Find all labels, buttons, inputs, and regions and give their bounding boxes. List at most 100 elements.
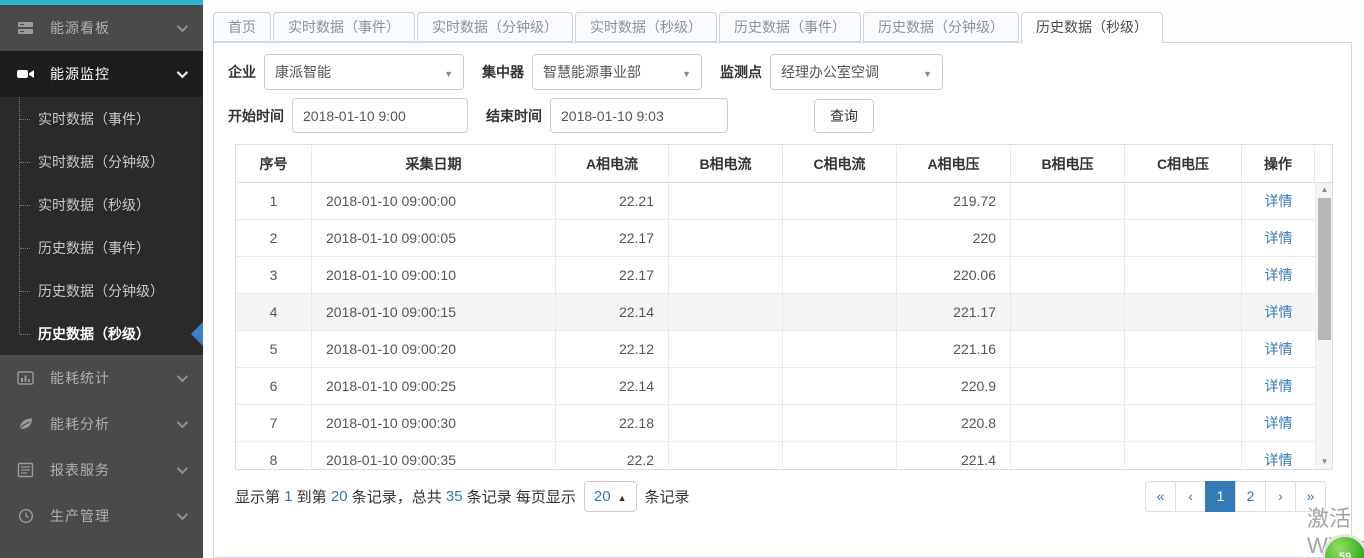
sidebar-item-label: 能源监控	[50, 64, 177, 84]
table-cell: 221.4	[897, 442, 1011, 469]
table-cell: 221.16	[897, 331, 1011, 367]
table-header-cell: C相电压	[1125, 145, 1242, 183]
sidebar-item-energy-dashboard[interactable]: 能源看板	[0, 5, 203, 51]
sidebar-item-label: 能源看板	[50, 18, 177, 38]
tab-0[interactable]: 首页	[213, 12, 271, 42]
table-cell-action: 详情	[1242, 331, 1315, 367]
pager-last-button[interactable]: »	[1295, 481, 1326, 512]
submenu-item-label: 实时数据（事件）	[38, 109, 150, 129]
table-cell	[669, 183, 783, 219]
table-cell	[1011, 294, 1125, 330]
detail-link[interactable]: 详情	[1265, 302, 1293, 322]
scroll-up-icon[interactable]: ▲	[1316, 183, 1333, 197]
table-cell	[669, 442, 783, 469]
data-table: 序号采集日期A相电流B相电流C相电流A相电压B相电压C相电压操作 12018-0…	[235, 144, 1333, 470]
clock-icon	[17, 508, 37, 524]
table-header-cell: 操作	[1242, 145, 1315, 183]
dropdown-arrow-icon	[434, 64, 453, 80]
dropdown-arrow-icon	[672, 64, 691, 80]
concentrator-select[interactable]: 智慧能源事业部	[532, 54, 702, 90]
table-cell	[783, 405, 897, 441]
pager-page-2-button[interactable]: 2	[1235, 481, 1266, 512]
tab-4[interactable]: 历史数据（事件）	[719, 12, 861, 42]
detail-link[interactable]: 详情	[1265, 376, 1293, 396]
filter-form: 企业 康派智能 集中器 智慧能源事业部 监测点 经理办	[214, 43, 1351, 133]
dropdown-arrow-icon	[913, 64, 932, 80]
chevron-down-icon	[177, 463, 188, 474]
submenu-item-1[interactable]: 实时数据（分钟级）	[0, 140, 203, 183]
detail-link[interactable]: 详情	[1265, 413, 1293, 433]
table-cell: 220.9	[897, 368, 1011, 404]
table-row: 42018-01-10 09:00:1522.14221.17详情	[236, 294, 1315, 331]
end-time-input[interactable]	[550, 98, 728, 133]
scrollbar-thumb[interactable]	[1318, 198, 1331, 340]
monitor-point-select[interactable]: 经理办公室空调	[770, 54, 943, 90]
table-cell	[1125, 183, 1242, 219]
pager-page-1-button[interactable]: 1	[1205, 481, 1236, 512]
pagination-bar: 显示第 1 到第 20 条记录，总共 35 条记录 每页显示 20 条记录 «‹…	[235, 481, 1326, 512]
sidebar-item-report-service[interactable]: 报表服务	[0, 447, 203, 493]
table-cell: 2018-01-10 09:00:15	[312, 294, 556, 330]
pager-next-button[interactable]: ›	[1265, 481, 1296, 512]
table-cell	[1125, 294, 1242, 330]
sidebar-item-label: 报表服务	[50, 460, 177, 480]
table-cell: 221.17	[897, 294, 1011, 330]
table-cell: 22.14	[556, 294, 669, 330]
submenu-item-0[interactable]: 实时数据（事件）	[0, 97, 203, 140]
table-cell	[669, 405, 783, 441]
table-header-cell: 序号	[236, 145, 312, 183]
summary-to: 20	[331, 488, 348, 505]
submenu-item-label: 实时数据（秒级）	[38, 195, 150, 215]
sidebar-item-label: 生产管理	[50, 506, 177, 526]
submenu-item-3[interactable]: 历史数据（事件）	[0, 226, 203, 269]
table-row: 62018-01-10 09:00:2522.14220.9详情	[236, 368, 1315, 405]
detail-link[interactable]: 详情	[1265, 450, 1293, 469]
submenu-item-2[interactable]: 实时数据（秒级）	[0, 183, 203, 226]
enterprise-select[interactable]: 康派智能	[264, 54, 464, 90]
table-cell	[783, 442, 897, 469]
sidebar-item-energy-monitor[interactable]: 能源监控	[0, 51, 203, 97]
table-row: 52018-01-10 09:00:2022.12221.16详情	[236, 331, 1315, 368]
table-cell: 2	[236, 220, 312, 256]
tab-1[interactable]: 实时数据（事件）	[273, 12, 415, 42]
record-summary: 显示第 1 到第 20 条记录，总共 35 条记录 每页显示 20 条记录	[235, 481, 690, 512]
sidebar-item-energy-stats[interactable]: 能耗统计	[0, 355, 203, 401]
table-cell	[1125, 257, 1242, 293]
table-cell: 2018-01-10 09:00:00	[312, 183, 556, 219]
detail-link[interactable]: 详情	[1265, 265, 1293, 285]
table-cell-action: 详情	[1242, 257, 1315, 293]
scroll-down-icon[interactable]: ▼	[1316, 455, 1333, 469]
start-time-input[interactable]	[292, 98, 468, 133]
page-size-select[interactable]: 20	[584, 481, 637, 512]
table-scrollbar[interactable]: ▲ ▼	[1315, 183, 1332, 469]
tab-5[interactable]: 历史数据（分钟级）	[863, 12, 1019, 42]
submenu-item-5[interactable]: 历史数据（秒级）	[0, 312, 203, 355]
query-button[interactable]: 查询	[814, 99, 874, 133]
tab-2[interactable]: 实时数据（分钟级）	[417, 12, 573, 42]
table-cell	[1011, 405, 1125, 441]
detail-link[interactable]: 详情	[1265, 191, 1293, 211]
summary-from: 1	[284, 488, 292, 505]
pager-first-button[interactable]: «	[1145, 481, 1176, 512]
tab-6[interactable]: 历史数据（秒级）	[1021, 12, 1163, 43]
concentrator-select-value: 智慧能源事业部	[543, 62, 672, 82]
pager-prev-button[interactable]: ‹	[1175, 481, 1206, 512]
table-cell: 22.17	[556, 220, 669, 256]
tab-3[interactable]: 实时数据（秒级）	[575, 12, 717, 42]
table-cell-action: 详情	[1242, 442, 1315, 469]
detail-link[interactable]: 详情	[1265, 228, 1293, 248]
detail-link[interactable]: 详情	[1265, 339, 1293, 359]
sidebar-item-energy-analysis[interactable]: 能耗分析	[0, 401, 203, 447]
sidebar-nav: 能源看板能源监控实时数据（事件） 实时数据（分钟级） 实时数据（秒级） 历史数据（事件…	[0, 5, 203, 539]
table-cell-action: 详情	[1242, 405, 1315, 441]
submenu-item-4[interactable]: 历史数据（分钟级）	[0, 269, 203, 312]
table-header-cell: B相电压	[1011, 145, 1125, 183]
table-cell: 2018-01-10 09:00:30	[312, 405, 556, 441]
summary-text: 到第	[293, 486, 331, 507]
content-panel: 企业 康派智能 集中器 智慧能源事业部 监测点 经理办	[213, 42, 1352, 558]
submenu-energy-monitor: 实时数据（事件） 实时数据（分钟级） 实时数据（秒级） 历史数据（事件）历史数据（分钟…	[0, 97, 203, 355]
sidebar-item-production-mgmt[interactable]: 生产管理	[0, 493, 203, 539]
table-cell	[783, 257, 897, 293]
table-cell	[669, 368, 783, 404]
table-cell	[783, 368, 897, 404]
